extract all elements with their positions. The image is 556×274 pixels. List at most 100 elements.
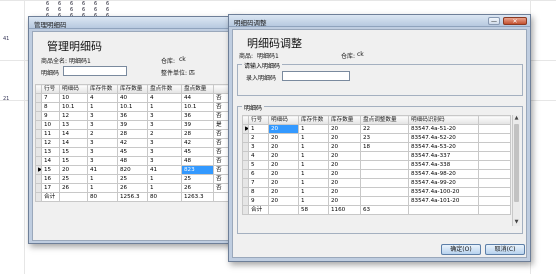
table-row-current[interactable]: ▶15204182041823否: [35, 165, 234, 175]
column-header[interactable]: 行号: [248, 115, 269, 125]
total-cell: [408, 205, 479, 215]
cell: 15: [59, 156, 88, 166]
total-cell: 80: [87, 192, 118, 202]
cell: 20: [328, 169, 361, 179]
table-row[interactable]: 8 20 1 20 83547.4a-100-20: [242, 187, 511, 197]
selected-cell[interactable]: 823: [181, 165, 214, 175]
cell: 25: [181, 174, 214, 184]
scroll-up-icon[interactable]: ▲: [513, 115, 520, 122]
cell: 20: [328, 160, 361, 170]
cell: [478, 169, 511, 179]
cell: 1: [87, 102, 118, 112]
cell: 11: [41, 129, 60, 139]
cell: 48: [181, 156, 214, 166]
cell: 83547.4a-98-20: [408, 169, 479, 179]
page-title: 管理明细码: [47, 40, 102, 53]
cell: 20: [328, 142, 361, 152]
table-row[interactable]: 14 15 3 48 3 48 否: [35, 156, 234, 166]
column-header[interactable]: 库存数量: [117, 84, 148, 94]
table-row[interactable]: 7 10 4 40 4 44 否: [35, 93, 234, 103]
code-entry-input[interactable]: [282, 71, 350, 81]
cell: 1: [298, 142, 329, 152]
cell: [360, 151, 409, 161]
cell: 28: [181, 129, 214, 139]
column-header[interactable]: 明细码识别码: [408, 115, 479, 125]
cell: [478, 124, 511, 134]
scroll-thumb[interactable]: [514, 124, 519, 202]
column-header[interactable]: 盘点调整数量: [360, 115, 409, 125]
cell: 83547.4a-52-20: [408, 133, 479, 143]
table-row[interactable]: 11 14 2 28 2 28 否: [35, 129, 234, 139]
close-button[interactable]: ✕: [503, 17, 527, 25]
cell: 1: [248, 124, 269, 134]
table-vertical-scrollbar[interactable]: ▲ ▼: [512, 115, 520, 226]
cell: 25: [59, 174, 88, 184]
cell: 20: [328, 124, 361, 134]
table-row[interactable]: 9 20 1 20 83547.4a-101-20: [242, 196, 511, 206]
total-cell: [268, 205, 299, 215]
selected-cell[interactable]: 20: [268, 124, 299, 134]
cell: [478, 151, 511, 161]
cell: 20: [328, 187, 361, 197]
table-row[interactable]: 12 14 3 42 3 42 否: [35, 138, 234, 148]
column-header[interactable]: 库存件数: [87, 84, 118, 94]
column-header[interactable]: 库存数量: [328, 115, 361, 125]
table-row[interactable]: 9 12 3 36 3 36 否: [35, 111, 234, 121]
table-header-row: 行号 明细码 库存件数 库存数量 盘点件数 盘点数量: [35, 84, 234, 94]
row-indicator-arrow-icon: ▶: [35, 165, 42, 175]
cell: 3: [147, 156, 182, 166]
column-header[interactable]: 库存件数: [298, 115, 329, 125]
cell: 20: [328, 151, 361, 161]
column-header[interactable]: 盘点件数: [147, 84, 182, 94]
table-row[interactable]: 5 20 1 20 83547.4a-338: [242, 160, 511, 170]
unit-label: 整件单位:: [161, 70, 188, 77]
table-row[interactable]: 4 20 1 20 83547.4a-337: [242, 151, 511, 161]
cell: 1: [298, 133, 329, 143]
cell: 10.1: [117, 102, 148, 112]
cell: 20: [268, 169, 299, 179]
table-row[interactable]: 3 20 1 20 18 83547.4a-53-20: [242, 142, 511, 152]
table-row[interactable]: 13 15 3 45 3 45 否: [35, 147, 234, 157]
cell: 3: [87, 138, 118, 148]
scroll-down-icon[interactable]: ▼: [513, 219, 520, 226]
cell: 16: [41, 174, 60, 184]
gridline: [24, 0, 25, 274]
cell: 22: [360, 124, 409, 134]
manage-codes-client: 管理明细码 商品全名: 明细码1 仓库: ck 明细码 整件单位: 匹 行号 明…: [32, 31, 236, 241]
table-row[interactable]: 8 10.1 1 10.1 1 10.1 否: [35, 102, 234, 112]
cell: 20: [328, 178, 361, 188]
table-row-current[interactable]: ▶1201202283547.4a-51-20: [242, 124, 511, 134]
minimize-button[interactable]: —: [488, 17, 500, 25]
table-row[interactable]: 17 26 1 26 1 26 否: [35, 183, 234, 193]
cell: 83547.4a-337: [408, 151, 479, 161]
table-row[interactable]: 2 20 1 20 23 83547.4a-52-20: [242, 133, 511, 143]
column-header[interactable]: 明细码: [59, 84, 88, 94]
code-adjust-titlebar: 明细码调整 — ✕: [229, 15, 530, 27]
column-header[interactable]: 明细码: [268, 115, 299, 125]
cell: 18: [360, 142, 409, 152]
table-row[interactable]: 7 20 1 20 83547.4a-99-20: [242, 178, 511, 188]
total-row: 合计 58 1160 63: [242, 205, 511, 215]
window-title: 明细码调整: [234, 19, 267, 27]
table-row[interactable]: 10 13 3 39 3 39 是: [35, 120, 234, 130]
cell: 45: [117, 147, 148, 157]
code-input[interactable]: [63, 66, 127, 76]
cell: 10.1: [59, 102, 88, 112]
total-cell: 合计: [248, 205, 269, 215]
table-row[interactable]: 6 20 1 20 83547.4a-98-20: [242, 169, 511, 179]
code-adjust-client: 明细码调整 商品: 明细码1 仓库: ck 请输入明细码 录入明细码 明细码 行…: [232, 29, 527, 258]
column-header[interactable]: 盘点数量: [181, 84, 214, 94]
cell: 20: [328, 133, 361, 143]
cell: 20: [268, 187, 299, 197]
column-header[interactable]: 行号: [41, 84, 60, 94]
cell: [360, 187, 409, 197]
table-row[interactable]: 16 25 1 25 1 25 否: [35, 174, 234, 184]
cell: 36: [117, 111, 148, 121]
ok-button[interactable]: 确定(O): [441, 244, 481, 255]
total-row: 合计 80 1256.3 80 1263.3: [35, 192, 234, 202]
total-cell: [59, 192, 88, 202]
column-header[interactable]: [478, 115, 511, 125]
total-cell: 1160: [328, 205, 361, 215]
cancel-button[interactable]: 取消(C): [485, 244, 525, 255]
code-adjust-table: 行号 明细码 库存件数 库存数量 盘点调整数量 明细码识别码 ▶12012022…: [242, 115, 511, 215]
